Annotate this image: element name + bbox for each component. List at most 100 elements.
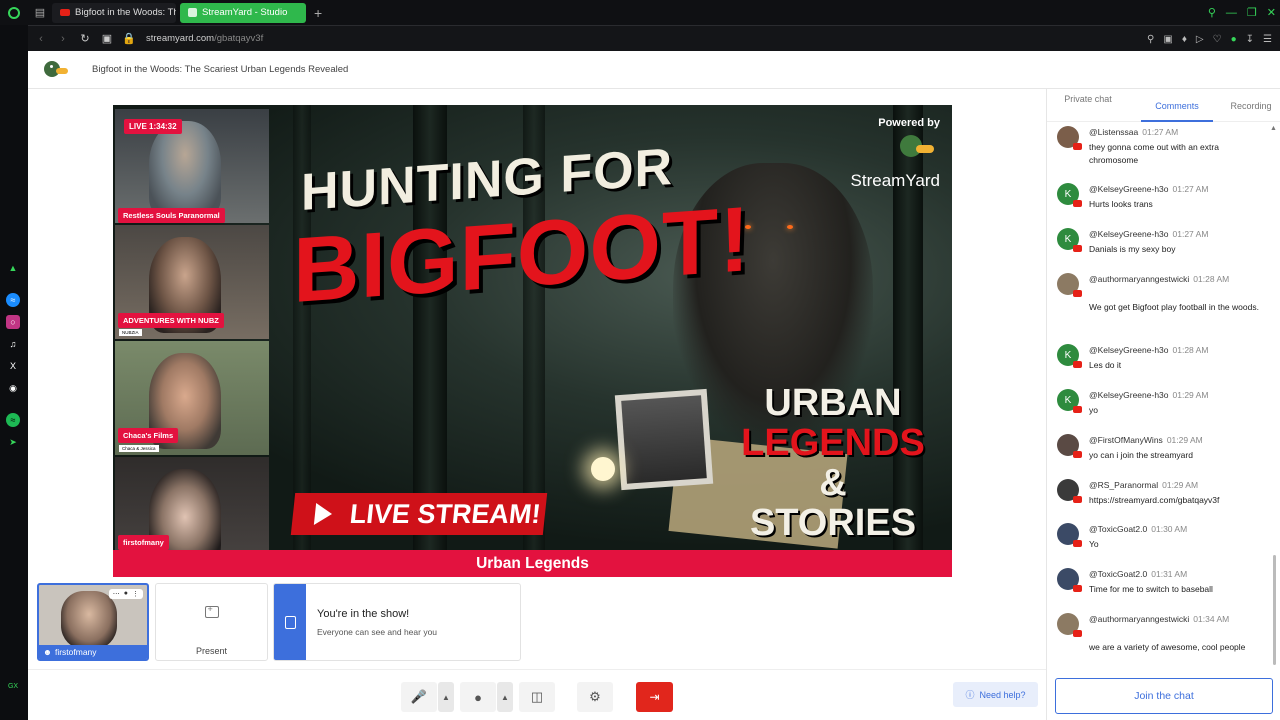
browser-tab-streamyard[interactable]: StreamYard - Studio bbox=[180, 2, 306, 23]
guest-cameras: LIVE 1:34:32 Restless Souls Paranormal A… bbox=[115, 109, 269, 573]
heart-icon[interactable]: ♡ bbox=[1213, 34, 1222, 45]
camera-name-label: firstofmany bbox=[118, 535, 169, 550]
notice-icon bbox=[274, 584, 306, 660]
avatar bbox=[1057, 613, 1082, 637]
comments-list[interactable]: @Listenssaa 01:27 AM they gonna come out … bbox=[1047, 122, 1280, 670]
need-help-label: Need help? bbox=[979, 689, 1026, 700]
streamyard-page: Bigfoot in the Woods: The Scariest Urban… bbox=[28, 51, 1280, 720]
powered-by-label: Powered by bbox=[878, 117, 940, 129]
join-chat-button[interactable]: Join the chat bbox=[1055, 678, 1273, 714]
message-time: 01:29 AM bbox=[1162, 480, 1199, 490]
search-icon[interactable]: ⚲ bbox=[1208, 6, 1216, 19]
play-icon bbox=[313, 503, 334, 525]
self-preview-tile[interactable]: ⋯ ● ⋮ ☻ firstofmany bbox=[37, 583, 149, 661]
tab-private-chat[interactable]: Private chat bbox=[1061, 93, 1115, 105]
need-help-button[interactable]: ⓘ Need help? bbox=[953, 682, 1038, 707]
urban-legends-title: URBAN LEGENDS & STORIES bbox=[733, 383, 933, 543]
instagram-icon[interactable]: ○ bbox=[6, 315, 20, 329]
browser-tab-youtube[interactable]: Bigfoot in the Woods: The bbox=[52, 2, 176, 23]
powered-by-brand: StreamYard bbox=[850, 171, 940, 190]
browser-tabbar: ▤ Bigfoot in the Woods: The StreamYard -… bbox=[0, 0, 1280, 25]
leave-studio-button[interactable]: ⇥ bbox=[636, 682, 673, 712]
message-text: Hurts looks trans bbox=[1089, 199, 1153, 209]
spotify-icon[interactable]: ≈ bbox=[6, 413, 20, 427]
in-show-title: You're in the show! bbox=[317, 608, 410, 620]
maximize-icon[interactable]: ❐ bbox=[1247, 6, 1257, 19]
streamyard-duck-icon bbox=[894, 133, 934, 169]
tab-overview-icon[interactable]: ▤ bbox=[28, 0, 52, 25]
tab-recording[interactable]: Recording bbox=[1221, 100, 1280, 112]
reload-icon[interactable]: ↻ bbox=[76, 32, 94, 45]
message-time: 01:30 AM bbox=[1151, 524, 1188, 534]
message-time: 01:28 AM bbox=[1193, 274, 1230, 284]
wallet-icon[interactable]: ● bbox=[1231, 34, 1237, 45]
snapshot-icon[interactable]: ▣ bbox=[1163, 34, 1172, 45]
streamyard-logo-icon[interactable] bbox=[42, 57, 70, 83]
live-stream-graphic: LIVE STREAM! bbox=[290, 493, 548, 535]
microphone-button[interactable]: 🎤 bbox=[401, 682, 437, 712]
back-icon[interactable]: ‹ bbox=[32, 33, 50, 45]
vpn-icon[interactable]: ▷ bbox=[1196, 34, 1204, 45]
more-options-icon[interactable]: ⋮ bbox=[132, 590, 139, 598]
scroll-up-icon[interactable]: ▲ bbox=[1270, 125, 1277, 132]
present-button[interactable]: Present bbox=[155, 583, 268, 661]
message-author: @RS_Paranormal bbox=[1089, 480, 1159, 490]
pin-icon[interactable]: ⚲ bbox=[1147, 34, 1154, 45]
forward-icon[interactable]: › bbox=[54, 33, 72, 45]
gx-icon[interactable]: GX bbox=[6, 679, 20, 693]
live-timer-badge: LIVE 1:34:32 bbox=[124, 119, 182, 134]
menu-icon[interactable]: ☰ bbox=[1263, 34, 1272, 45]
discord-icon[interactable]: ◉ bbox=[6, 381, 20, 395]
gear-icon: ⚙ bbox=[589, 689, 601, 704]
opera-logo-icon[interactable] bbox=[0, 0, 28, 25]
new-tab-plus-icon[interactable]: + bbox=[314, 5, 322, 21]
message-text: We got get Bigfoot play football in the … bbox=[1089, 302, 1259, 312]
streamyard-favicon-icon bbox=[188, 8, 197, 17]
avatar bbox=[1057, 523, 1082, 547]
url-field[interactable]: streamyard.com/gbatqayv3f bbox=[146, 33, 263, 44]
x-icon[interactable]: X bbox=[6, 359, 20, 373]
screen-share-icon: ◫ bbox=[530, 689, 544, 704]
camera-button[interactable]: ● bbox=[460, 682, 496, 712]
browser-tab-label: Bigfoot in the Woods: The bbox=[75, 7, 176, 18]
youtube-badge-icon bbox=[1073, 585, 1082, 592]
tab-comments-label: Comments bbox=[1155, 101, 1199, 111]
banner-text: Urban Legends bbox=[476, 554, 589, 572]
video-camera-icon: ● bbox=[474, 689, 482, 705]
messenger-icon[interactable]: ≈ bbox=[6, 293, 20, 307]
message-text: Time for me to switch to baseball bbox=[1089, 584, 1213, 594]
stream-stage: HUNTING FOR BIGFOOT! URBAN LEGENDS & STO… bbox=[113, 105, 952, 577]
chat-scrollbar[interactable] bbox=[1273, 555, 1276, 665]
youtube-badge-icon bbox=[1073, 451, 1082, 458]
drag-handle-icon[interactable]: ⋯ bbox=[113, 590, 120, 598]
youtube-badge-icon bbox=[1073, 290, 1082, 297]
avatar: K bbox=[1057, 228, 1082, 252]
present-icon bbox=[204, 604, 219, 618]
mic-options-caret[interactable]: ▲ bbox=[438, 682, 454, 712]
settings-button[interactable]: ⚙ bbox=[577, 682, 613, 712]
camera-icon[interactable]: ▣ bbox=[98, 32, 116, 45]
close-icon[interactable]: ✕ bbox=[1267, 6, 1276, 19]
self-name-bar: ☻ firstofmany bbox=[39, 645, 147, 659]
camera-name-label: Chaca's Films bbox=[118, 428, 179, 443]
share-screen-button[interactable]: ◫ bbox=[519, 682, 555, 712]
avatar: K bbox=[1057, 344, 1082, 368]
chevron-up-icon: ▲ bbox=[442, 692, 450, 702]
youtube-favicon-icon bbox=[60, 9, 70, 16]
shield-icon[interactable]: ♦ bbox=[1182, 34, 1187, 45]
mic-small-icon[interactable]: ● bbox=[124, 590, 128, 598]
youtube-badge-icon bbox=[1073, 406, 1082, 413]
camera-options-caret[interactable]: ▲ bbox=[497, 682, 513, 712]
tiktok-icon[interactable]: ♫ bbox=[6, 337, 20, 351]
chat-panel: Private chat Comments Recording @Listens… bbox=[1046, 89, 1280, 720]
youtube-badge-icon bbox=[1073, 630, 1082, 637]
minimize-icon[interactable]: — bbox=[1226, 7, 1237, 19]
message-text: Yo bbox=[1089, 539, 1099, 549]
message-author: @KelseyGreene-h3o bbox=[1089, 390, 1169, 400]
send-icon[interactable]: ➤ bbox=[6, 435, 20, 449]
message-time: 01:27 AM bbox=[1142, 127, 1179, 137]
aria-icon[interactable]: ▲ bbox=[6, 261, 20, 275]
download-icon[interactable]: ↧ bbox=[1246, 34, 1254, 45]
message-text: Les do it bbox=[1089, 360, 1122, 370]
tab-comments[interactable]: Comments bbox=[1141, 100, 1213, 112]
